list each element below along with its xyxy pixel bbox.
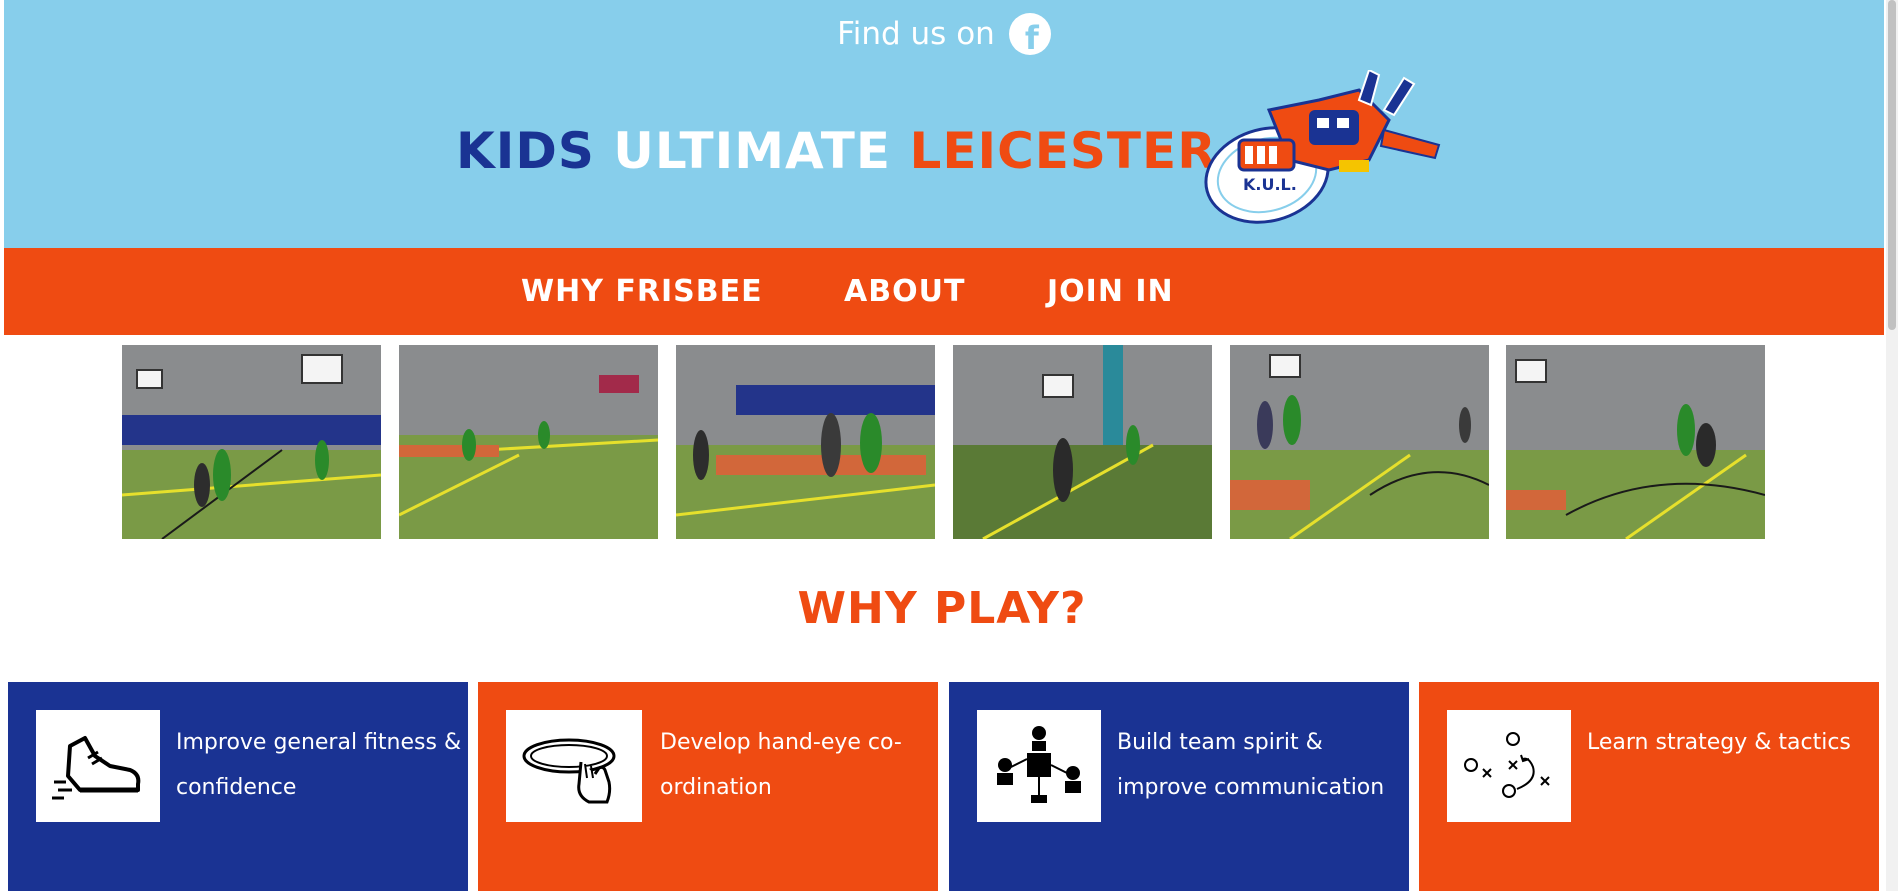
gallery-photo[interactable] [122,345,381,539]
card-text-strategy: Learn strategy & tactics [1587,730,1851,755]
why-play-card-coordination: Develop hand-eye co-ordination [478,682,938,891]
title-word-kids: KIDS [456,122,595,180]
nav-item-why-frisbee[interactable]: WHY FRISBEE [521,272,763,312]
facebook-icon[interactable]: f [1008,13,1051,55]
site-header: Find us on f KIDS ULTIMATE LEICESTER K.U… [4,0,1884,248]
scrollbar[interactable] [1886,0,1898,891]
nav-item-about[interactable]: ABOUT [844,272,965,312]
gallery-photo[interactable] [953,345,1212,539]
hand-catching-frisbee-icon [506,710,642,822]
why-play-card-team: Build team spirit & improve communicatio… [949,682,1409,891]
gallery-photo[interactable] [399,345,658,539]
strategy-play-icon [1447,710,1571,822]
gallery-photo[interactable] [1230,345,1489,539]
why-play-card-fitness: Improve general fitness & confidence [8,682,468,891]
why-play-card-strategy: Learn strategy & tactics [1419,682,1879,891]
title-word-ultimate: ULTIMATE [613,122,892,180]
card-text-team: Build team spirit & improve communicatio… [1117,730,1385,800]
gallery-photo[interactable] [1506,345,1765,539]
nav-item-join-in[interactable]: JOIN IN [1047,272,1174,312]
title-word-leicester: LEICESTER [909,122,1217,180]
site-title[interactable]: KIDS ULTIMATE LEICESTER [456,122,1217,186]
find-us-label: Find us on [837,16,995,52]
why-play-heading: WHY PLAY? [797,583,1087,634]
scrollbar-thumb[interactable] [1888,0,1896,330]
running-shoe-icon [36,710,160,822]
robot-frisbee-logo[interactable]: K.U.L. [1199,70,1449,230]
logo-text: K.U.L. [1243,175,1297,194]
find-us-on-facebook[interactable]: Find us on f [4,12,1884,56]
gallery-photo[interactable] [676,345,935,539]
card-text-fitness: Improve general fitness & confidence [176,730,462,800]
card-text-coordination: Develop hand-eye co-ordination [660,730,902,800]
main-nav: WHY FRISBEE ABOUT JOIN IN [4,248,1884,335]
team-people-icon [977,710,1101,822]
